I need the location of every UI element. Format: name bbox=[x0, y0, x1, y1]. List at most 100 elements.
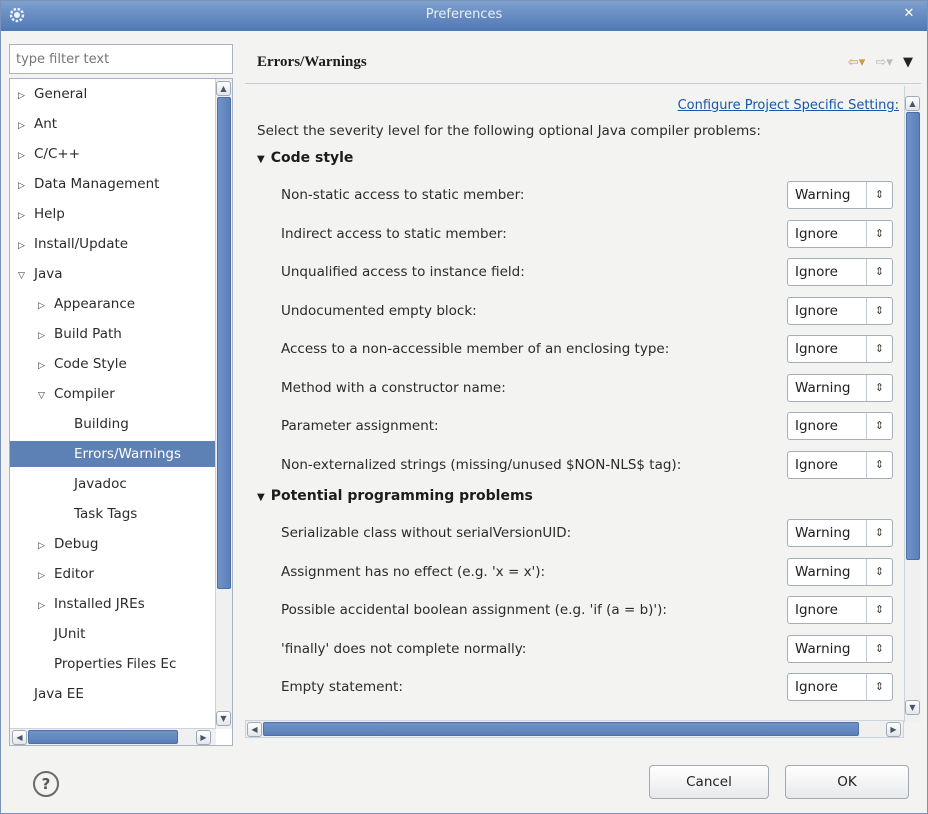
severity-select[interactable]: Ignore ⇕ bbox=[787, 673, 893, 701]
expand-arrow-icon[interactable]: ▷ bbox=[18, 83, 34, 109]
scroll-up-icon[interactable]: ▲ bbox=[216, 81, 231, 96]
dropdown-spin-icon[interactable]: ⇕ bbox=[866, 674, 892, 700]
severity-select[interactable]: Ignore ⇕ bbox=[787, 335, 893, 363]
tree-item-label: Installed JREs bbox=[54, 596, 145, 612]
preference-tree: ▷ General ▷ Ant ▷ C/C++ ▷ Data Management ▷ Help ▷… bbox=[9, 78, 233, 746]
tree-item[interactable]: ▷ Install/Update bbox=[10, 231, 216, 257]
scroll-thumb[interactable] bbox=[906, 112, 920, 560]
tree-item[interactable]: ▷ Data Management bbox=[10, 171, 216, 197]
errors-warnings-page: Errors/Warnings ⇦▾ ⇨▾ ▼ Configure Projec… bbox=[245, 44, 921, 746]
tree-item[interactable]: ▷ Debug bbox=[10, 531, 216, 557]
expand-arrow-icon[interactable]: ▷ bbox=[18, 143, 34, 169]
severity-select[interactable]: Warning ⇕ bbox=[787, 373, 893, 402]
content-vertical-scrollbar[interactable]: ▲ ▼ bbox=[904, 86, 921, 722]
scroll-left-icon[interactable]: ◀ bbox=[247, 722, 262, 737]
tree-item[interactable]: Properties Files Ec bbox=[10, 651, 216, 677]
scroll-left-icon[interactable]: ◀ bbox=[12, 730, 27, 745]
expand-arrow-icon[interactable]: ▷ bbox=[18, 233, 34, 259]
tree-item[interactable]: ▷ Ant bbox=[10, 111, 216, 137]
tree-item[interactable]: ▷ Installed JREs bbox=[10, 591, 216, 617]
severity-select[interactable]: Warning ⇕ bbox=[787, 181, 893, 209]
forward-arrow-icon[interactable]: ⇨▾ bbox=[875, 55, 892, 70]
tree-horizontal-scrollbar[interactable]: ◀ ▶ bbox=[10, 728, 216, 745]
tree-item[interactable]: ▽ Compiler bbox=[10, 381, 216, 407]
severity-value: Warning bbox=[795, 187, 851, 203]
dropdown-spin-icon[interactable]: ⇕ bbox=[866, 220, 892, 247]
dropdown-spin-icon[interactable]: ⇕ bbox=[866, 451, 892, 478]
title-bar[interactable]: Preferences ✕ bbox=[1, 1, 927, 31]
expand-arrow-icon[interactable]: ▷ bbox=[38, 533, 54, 559]
filter-input[interactable] bbox=[9, 44, 233, 74]
tree-item[interactable]: JUnit bbox=[10, 621, 216, 647]
tree-item-label: Compiler bbox=[54, 386, 115, 402]
tree-item[interactable]: Task Tags bbox=[10, 501, 216, 527]
tree-item[interactable]: ▷ Appearance bbox=[10, 291, 216, 317]
severity-select[interactable]: Ignore ⇕ bbox=[787, 412, 893, 440]
severity-value: Ignore bbox=[795, 679, 838, 695]
close-icon[interactable]: ✕ bbox=[901, 6, 917, 22]
collapse-arrow-icon[interactable]: ▽ bbox=[18, 263, 34, 289]
tree-item[interactable]: ▽ Java bbox=[10, 261, 216, 287]
scroll-up-icon[interactable]: ▲ bbox=[905, 96, 920, 111]
scroll-thumb-horizontal[interactable] bbox=[263, 722, 859, 736]
scroll-thumb[interactable] bbox=[217, 97, 231, 589]
tree-item[interactable]: Java EE bbox=[10, 681, 216, 707]
tree-item[interactable]: ▷ Editor bbox=[10, 561, 216, 587]
help-question-icon[interactable]: ? bbox=[33, 771, 59, 797]
expand-arrow-icon[interactable]: ▷ bbox=[18, 113, 34, 139]
expand-arrow-icon[interactable]: ▷ bbox=[38, 323, 54, 349]
expand-arrow-icon[interactable]: ▷ bbox=[18, 173, 34, 199]
tree-item[interactable]: ▷ Code Style bbox=[10, 351, 216, 377]
dropdown-spin-icon[interactable]: ⇕ bbox=[866, 336, 892, 362]
dropdown-spin-icon[interactable]: ⇕ bbox=[866, 413, 892, 439]
severity-select[interactable]: Ignore ⇕ bbox=[787, 450, 893, 479]
back-arrow-icon[interactable]: ⇦▾ bbox=[848, 55, 865, 70]
dropdown-spin-icon[interactable]: ⇕ bbox=[866, 635, 892, 662]
tree-item[interactable]: Building bbox=[10, 411, 216, 437]
scroll-right-icon[interactable]: ▶ bbox=[886, 722, 901, 737]
scroll-thumb-horizontal[interactable] bbox=[28, 730, 178, 744]
dropdown-spin-icon[interactable]: ⇕ bbox=[866, 259, 892, 285]
scroll-right-icon[interactable]: ▶ bbox=[196, 730, 211, 745]
expand-arrow-icon[interactable]: ▷ bbox=[38, 593, 54, 619]
expand-arrow-icon[interactable]: ▷ bbox=[38, 293, 54, 319]
dropdown-spin-icon[interactable]: ⇕ bbox=[866, 182, 892, 208]
scroll-down-icon[interactable]: ▼ bbox=[905, 700, 920, 715]
severity-select[interactable]: Warning ⇕ bbox=[787, 634, 893, 663]
severity-select[interactable]: Ignore ⇕ bbox=[787, 296, 893, 325]
expand-arrow-icon[interactable]: ▷ bbox=[18, 203, 34, 229]
option-label: Method with a constructor name: bbox=[281, 379, 506, 396]
collapse-arrow-icon[interactable]: ▼ bbox=[257, 492, 265, 503]
dropdown-spin-icon[interactable]: ⇕ bbox=[866, 374, 892, 401]
tree-item[interactable]: ▷ Build Path bbox=[10, 321, 216, 347]
severity-select[interactable]: Ignore ⇕ bbox=[787, 219, 893, 248]
collapse-arrow-icon[interactable]: ▼ bbox=[257, 154, 265, 165]
expand-arrow-icon[interactable]: ▷ bbox=[38, 353, 54, 379]
ok-button[interactable]: OK bbox=[785, 765, 909, 799]
cancel-button[interactable]: Cancel bbox=[649, 765, 769, 799]
severity-select[interactable]: Ignore ⇕ bbox=[787, 596, 893, 624]
tree-item[interactable]: ▷ General bbox=[10, 81, 216, 107]
collapse-arrow-icon[interactable]: ▽ bbox=[38, 383, 54, 409]
severity-select[interactable]: Warning ⇕ bbox=[787, 557, 893, 586]
section-header[interactable]: ▼ Potential programming problems bbox=[257, 488, 533, 504]
tree-item[interactable]: Errors/Warnings bbox=[10, 441, 216, 467]
dropdown-spin-icon[interactable]: ⇕ bbox=[866, 520, 892, 546]
tree-item[interactable]: Javadoc bbox=[10, 471, 216, 497]
severity-value: Warning bbox=[795, 525, 851, 541]
configure-project-specific-link[interactable]: Configure Project Specific Setting: bbox=[678, 98, 899, 113]
severity-select[interactable]: Warning ⇕ bbox=[787, 519, 893, 547]
content-horizontal-scrollbar[interactable]: ◀ ▶ bbox=[245, 720, 904, 738]
tree-item[interactable]: ▷ Help bbox=[10, 201, 216, 227]
dropdown-spin-icon[interactable]: ⇕ bbox=[866, 297, 892, 324]
dropdown-spin-icon[interactable]: ⇕ bbox=[866, 597, 892, 623]
view-menu-icon[interactable]: ▼ bbox=[903, 55, 913, 70]
tree-item[interactable]: ▷ C/C++ bbox=[10, 141, 216, 167]
dropdown-spin-icon[interactable]: ⇕ bbox=[866, 558, 892, 585]
severity-select[interactable]: Ignore ⇕ bbox=[787, 258, 893, 286]
tree-vertical-scrollbar[interactable]: ▲ ▼ bbox=[215, 79, 232, 729]
scroll-down-icon[interactable]: ▼ bbox=[216, 711, 231, 726]
severity-value: Warning bbox=[795, 640, 851, 657]
expand-arrow-icon[interactable]: ▷ bbox=[38, 563, 54, 589]
section-header[interactable]: ▼ Code style bbox=[257, 150, 353, 166]
